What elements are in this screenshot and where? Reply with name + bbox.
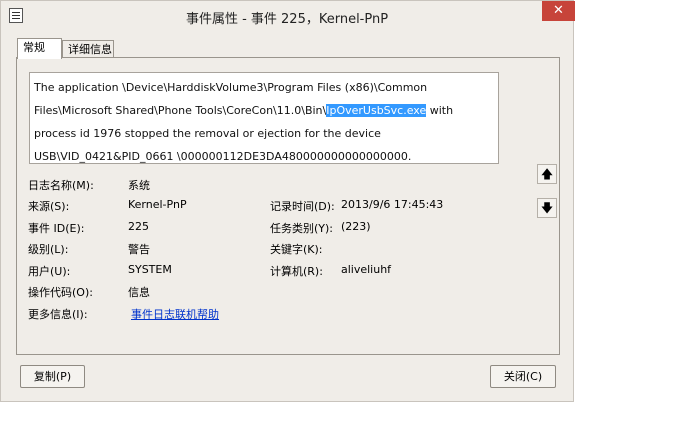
computer-label: 计算机(R): — [270, 265, 323, 278]
event-properties-window: 事件属性 - 事件 225，Kernel-PnP ✕ 常规 详细信息 The a… — [0, 0, 575, 402]
task-category-label: 任务类别(Y): — [270, 222, 334, 235]
close-window-button[interactable]: ✕ — [542, 1, 575, 21]
arrow-up-icon: 🡅 — [540, 167, 554, 181]
task-category-value: (223) — [341, 220, 371, 233]
window-title: 事件属性 - 事件 225，Kernel-PnP — [185, 12, 389, 27]
copy-button[interactable]: 复制(P) — [20, 365, 85, 388]
title-bar[interactable]: 事件属性 - 事件 225，Kernel-PnP ✕ — [1, 1, 575, 31]
opcode-value: 信息 — [128, 286, 150, 299]
log-name-label: 日志名称(M): — [28, 179, 94, 192]
logged-value: 2013/9/6 17:45:43 — [341, 198, 444, 211]
general-panel: The application \Device\HarddiskVolume3\… — [16, 57, 560, 355]
source-value: Kernel-PnP — [128, 198, 187, 211]
close-icon: ✕ — [553, 3, 564, 18]
keywords-label: 关键字(K): — [270, 243, 323, 256]
opcode-label: 操作代码(O): — [28, 286, 93, 299]
level-label: 级别(L): — [28, 243, 69, 256]
source-label: 来源(S): — [28, 200, 70, 213]
logged-label: 记录时间(D): — [270, 200, 335, 213]
log-name-value: 系统 — [128, 179, 150, 192]
event-id-label: 事件 ID(E): — [28, 222, 85, 235]
event-id-value: 225 — [128, 220, 149, 233]
next-event-button[interactable]: 🡇 — [537, 198, 557, 218]
computer-value: aliveliuhf — [341, 263, 392, 276]
more-info-label: 更多信息(I): — [28, 308, 88, 321]
arrow-down-icon: 🡇 — [540, 201, 554, 215]
tab-general[interactable]: 常规 — [17, 38, 62, 59]
description-selection: IpOverUsbSvc.exe — [326, 104, 427, 117]
level-value: 警告 — [128, 243, 150, 256]
tab-details[interactable]: 详细信息 — [62, 40, 114, 58]
user-value: SYSTEM — [128, 263, 172, 276]
event-log-online-help-link[interactable]: 事件日志联机帮助 — [131, 306, 219, 322]
previous-event-button[interactable]: 🡅 — [537, 164, 557, 184]
close-button[interactable]: 关闭(C) — [490, 365, 556, 388]
event-description-box[interactable]: The application \Device\HarddiskVolume3\… — [29, 72, 499, 164]
user-label: 用户(U): — [28, 265, 71, 278]
